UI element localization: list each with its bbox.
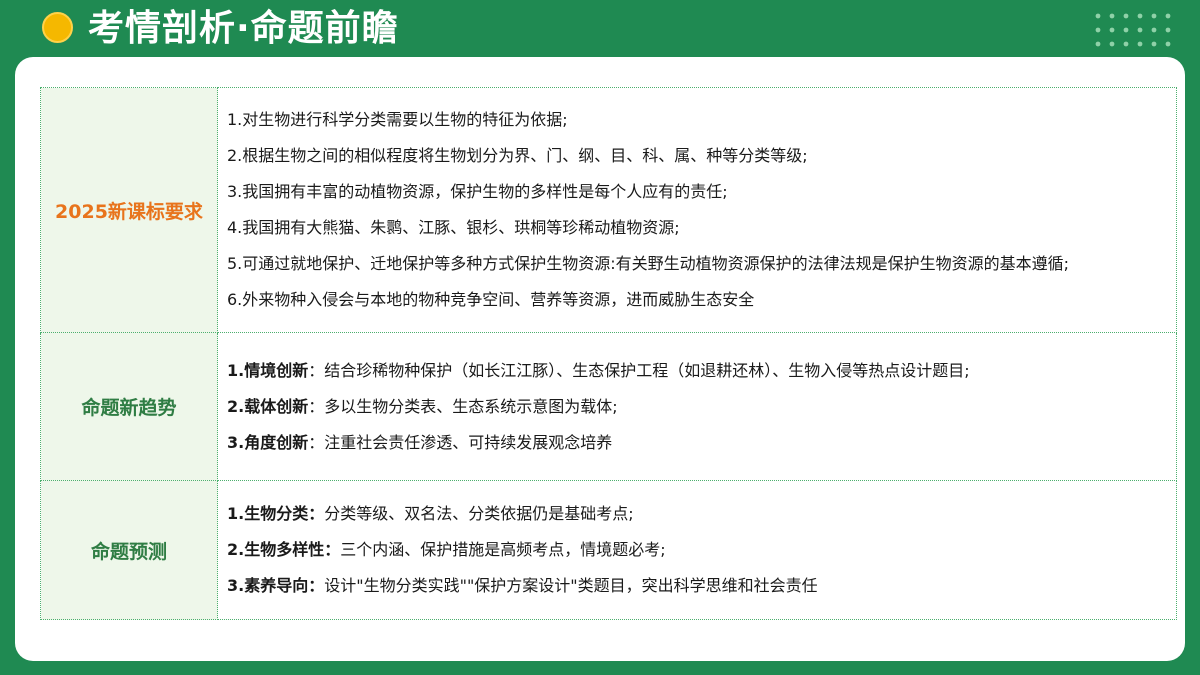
row-label-trend: 命题新趋势 <box>40 332 218 481</box>
table-row: 命题预测 1.生物分类：分类等级、双名法、分类依据仍是基础考点; 2.生物多样性… <box>40 480 1177 620</box>
list-item: 2.生物多样性：三个内涵、保护措施是高频考点，情境题必考; <box>227 532 1176 568</box>
item-text: ：结合珍稀物种保护（如长江江豚）、生态保护工程（如退耕还林）、生物入侵等热点设计… <box>308 360 970 380</box>
item-text: ：多以生物分类表、生态系统示意图为载体; <box>308 396 618 416</box>
item-text: 设计"生物分类实践""保护方案设计"类题目，突出科学思维和社会责任 <box>324 576 818 595</box>
table-row: 命题新趋势 1.情境创新：结合珍稀物种保护（如长江江豚）、生态保护工程（如退耕还… <box>40 332 1177 481</box>
content-card: 2025新课标要求 1.对生物进行科学分类需要以生物的特征为依据; 2.根据生物… <box>15 57 1185 661</box>
list-item: 1.对生物进行科学分类需要以生物的特征为依据; <box>227 110 568 129</box>
list-item: 3.角度创新：注重社会责任渗透、可持续发展观念培养 <box>227 425 1176 461</box>
list-item: 2.载体创新：多以生物分类表、生态系统示意图为载体; <box>227 389 1176 425</box>
row-content-prediction: 1.生物分类：分类等级、双名法、分类依据仍是基础考点; 2.生物多样性：三个内涵… <box>217 480 1177 620</box>
list-item: 1.生物分类：分类等级、双名法、分类依据仍是基础考点; <box>227 496 1176 532</box>
table-row: 2025新课标要求 1.对生物进行科学分类需要以生物的特征为依据; 2.根据生物… <box>40 87 1177 333</box>
item-heading: 2.生物多样性： <box>227 540 341 559</box>
row-content-trend: 1.情境创新：结合珍稀物种保护（如长江江豚）、生态保护工程（如退耕还林）、生物入… <box>217 332 1177 481</box>
dot-grid-icon <box>1095 13 1171 47</box>
list-item: 5.可通过就地保护、迁地保护等多种方式保护生物资源:有关野生动植物资源保护的法律… <box>227 254 1070 273</box>
title-marker-icon <box>42 12 73 43</box>
item-heading: 2.载体创新 <box>227 396 309 416</box>
row-label-prediction: 命题预测 <box>40 480 218 620</box>
analysis-table: 2025新课标要求 1.对生物进行科学分类需要以生物的特征为依据; 2.根据生物… <box>40 87 1177 620</box>
page-title: 考情剖析·命题前瞻 <box>88 8 399 49</box>
row-content-curriculum: 1.对生物进行科学分类需要以生物的特征为依据; 2.根据生物之间的相似程度将生物… <box>217 87 1177 333</box>
list-item: 3.素养导向：设计"生物分类实践""保护方案设计"类题目，突出科学思维和社会责任 <box>227 568 1176 604</box>
item-heading: 1.情境创新 <box>227 360 309 380</box>
item-text: 分类等级、双名法、分类依据仍是基础考点; <box>324 504 634 523</box>
row-label-curriculum: 2025新课标要求 <box>40 87 218 333</box>
item-heading: 3.角度创新 <box>227 432 309 452</box>
list-item: 2.根据生物之间的相似程度将生物划分为界、门、纲、目、科、属、种等分类等级; <box>227 146 808 165</box>
item-heading: 3.素养导向： <box>227 576 325 595</box>
list-item: 4.我国拥有大熊猫、朱鹮、江豚、银杉、珙桐等珍稀动植物资源; <box>227 218 680 237</box>
list-item: 3.我国拥有丰富的动植物资源，保护生物的多样性是每个人应有的责任; <box>227 182 728 201</box>
item-heading: 1.生物分类： <box>227 504 325 523</box>
list-item: 1.情境创新：结合珍稀物种保护（如长江江豚）、生态保护工程（如退耕还林）、生物入… <box>227 353 1176 389</box>
list-item: 6.外来物种入侵会与本地的物种竞争空间、营养等资源，进而威胁生态安全 <box>227 290 755 309</box>
item-text: 三个内涵、保护措施是高频考点，情境题必考; <box>340 540 666 559</box>
item-text: ：注重社会责任渗透、可持续发展观念培养 <box>308 432 613 452</box>
